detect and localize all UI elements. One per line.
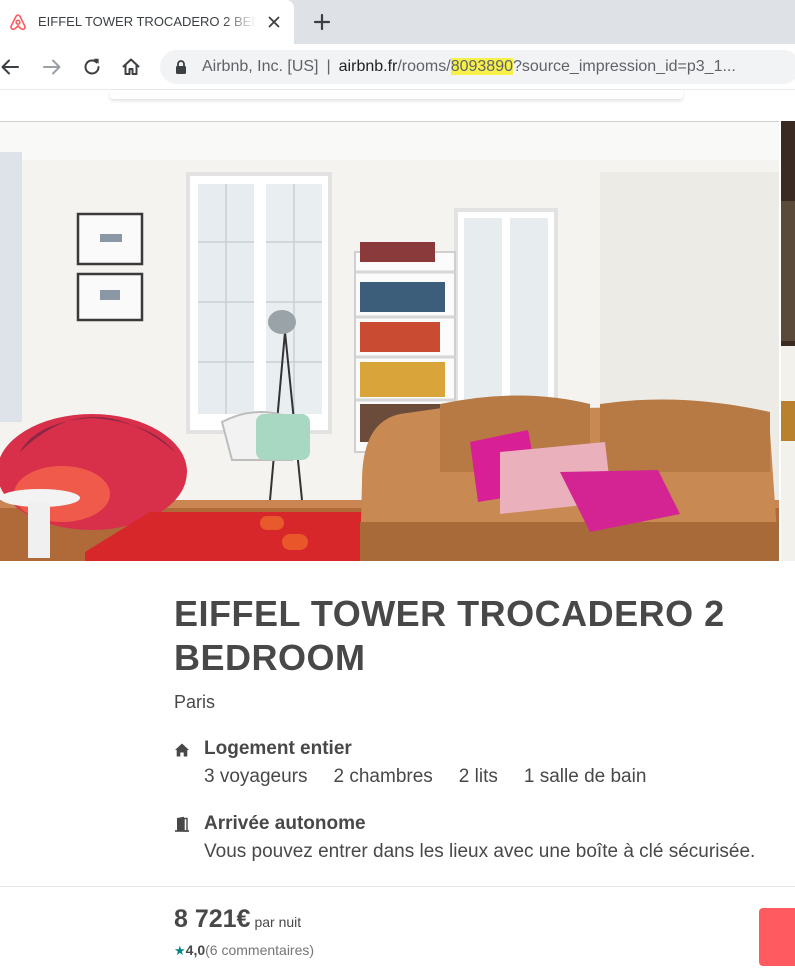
- tab-title: EIFFEL TOWER TROCADERO 2 BEDROOM: [38, 14, 256, 29]
- nightly-price: 8 721€: [174, 905, 251, 933]
- listing-photo[interactable]: [0, 121, 779, 561]
- feature-title-self-checkin: Arrivée autonome: [204, 813, 366, 834]
- airbnb-favicon: [10, 14, 26, 31]
- url-query: ?source_impression_id=p3_1...: [513, 58, 736, 75]
- next-photo-preview[interactable]: [781, 121, 795, 561]
- url-path: /rooms/: [397, 58, 451, 75]
- back-arrow-icon[interactable]: [0, 55, 22, 79]
- browser-tab[interactable]: EIFFEL TOWER TROCADERO 2 BEDROOM: [0, 0, 294, 44]
- lock-icon[interactable]: [174, 59, 188, 75]
- price-block: 8 721€ par nuit: [174, 905, 301, 934]
- bedrooms-count: 2 chambres: [333, 766, 433, 787]
- listing-title: EIFFEL TOWER TROCADERO 2 BEDROOM: [174, 593, 725, 678]
- plus-icon[interactable]: [310, 10, 334, 34]
- rating-block[interactable]: ★4,0(6 commentaires): [174, 942, 314, 959]
- feature-title-entire-home: Logement entier: [204, 738, 352, 759]
- book-button[interactable]: [759, 908, 795, 966]
- address-bar[interactable]: Airbnb, Inc. [US] | airbnb.fr/rooms/809389…: [160, 50, 795, 84]
- url-separator: |: [326, 58, 331, 75]
- home-icon[interactable]: [119, 55, 143, 79]
- close-icon[interactable]: [264, 12, 284, 32]
- feature-capacity-details: 3 voyageurs 2 chambres 2 lits 1 salle de ba…: [204, 766, 672, 788]
- browser-toolbar: Airbnb, Inc. [US] | airbnb.fr/rooms/809389…: [0, 44, 795, 90]
- guests-count: 3 voyageurs: [204, 766, 308, 787]
- site-identity[interactable]: Airbnb, Inc. [US]: [202, 58, 319, 75]
- price-unit: par nuit: [254, 914, 302, 930]
- beds-count: 2 lits: [458, 766, 498, 787]
- url-domain: airbnb.fr: [338, 58, 398, 75]
- header-shadow: [110, 90, 683, 99]
- bathrooms-count: 1 salle de bain: [523, 766, 647, 787]
- rating-score: 4,0: [185, 942, 206, 958]
- divider: [0, 886, 795, 887]
- home-icon: [175, 743, 189, 757]
- listing-city[interactable]: Paris: [174, 692, 215, 713]
- feature-description-self-checkin: Vous pouvez entrer dans les lieux avec u…: [204, 841, 756, 862]
- url-room-id-highlight: 8093890: [450, 58, 513, 75]
- tab-strip: EIFFEL TOWER TROCADERO 2 BEDROOM: [0, 0, 795, 44]
- door-icon: [175, 816, 189, 832]
- star-icon: ★: [174, 943, 186, 958]
- forward-arrow-icon[interactable]: [40, 55, 64, 79]
- url-text: Airbnb, Inc. [US] | airbnb.fr/rooms/809389…: [202, 58, 736, 76]
- review-count-link[interactable]: (6 commentaires): [205, 942, 314, 958]
- reload-icon[interactable]: [80, 55, 104, 79]
